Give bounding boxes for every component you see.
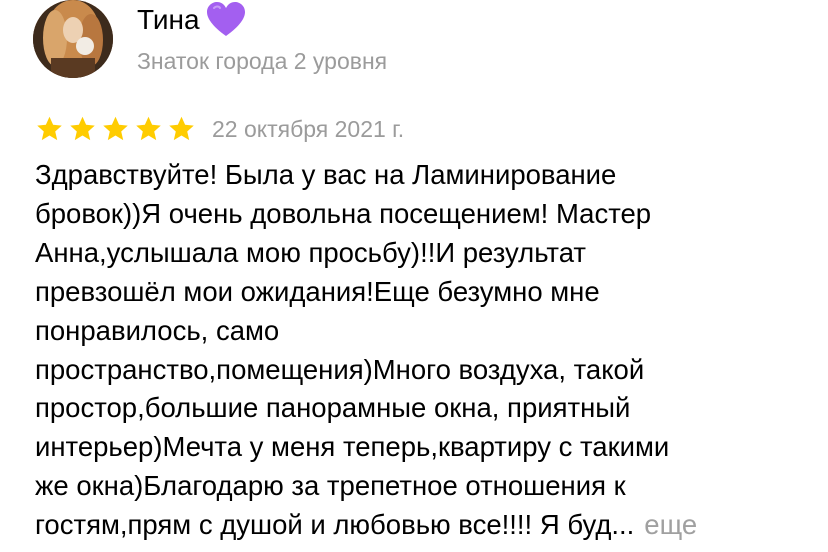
star-icon: [37, 116, 62, 141]
star-icon: [136, 116, 161, 141]
purple-heart-icon: [206, 2, 246, 38]
user-avatar[interactable]: [33, 0, 113, 78]
star-icon: [103, 116, 128, 141]
star-icon: [169, 116, 194, 141]
star-icon: [70, 116, 95, 141]
rating-stars: [35, 115, 196, 143]
review-text: Здравствуйте! Была у вас на Ламинировани…: [35, 159, 670, 541]
review-body: Здравствуйте! Была у вас на Ламинировани…: [35, 156, 805, 545]
avatar-image: [33, 0, 113, 78]
user-name[interactable]: Тина: [137, 3, 200, 37]
review-date: 22 октября 2021 г.: [212, 116, 405, 142]
expand-review-link[interactable]: еще: [644, 509, 697, 540]
user-level: Знаток города 2 уровня: [137, 48, 388, 74]
user-name-row: Тина: [137, 2, 246, 38]
rating-row: 22 октября 2021 г.: [35, 113, 404, 145]
